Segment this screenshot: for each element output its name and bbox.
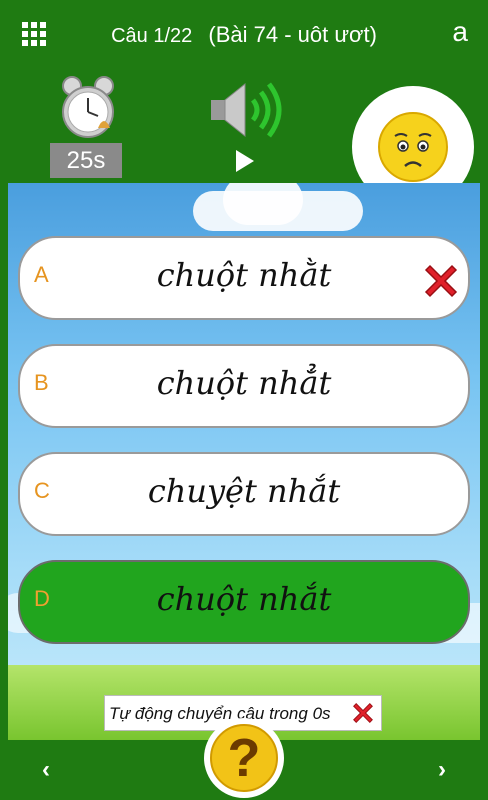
answer-option-a[interactable]: A chuột nhằt (18, 236, 470, 320)
help-button[interactable]: ? (204, 718, 284, 798)
answer-option-b[interactable]: B chuột nhẳt (18, 344, 470, 428)
page-title: Câu 1/22 (Bài 74 - uôt ươt) (0, 22, 488, 48)
answer-option-d[interactable]: D chuột nhắt (18, 560, 470, 644)
auto-next-text: Tự động chuyển câu trong 0s (109, 704, 331, 723)
question-mark-icon: ? (210, 724, 278, 792)
question-counter: Câu 1/22 (111, 25, 193, 47)
timer-display: 25s (50, 143, 122, 178)
font-toggle-button[interactable]: a (452, 16, 468, 48)
lesson-title: (Bài 74 - uôt ươt) (208, 22, 377, 47)
prev-arrow-icon[interactable]: ‹ (42, 756, 50, 784)
answer-text: chuyệt nhắt (147, 472, 341, 510)
alarm-clock-icon (62, 76, 114, 138)
answer-text: chuột nhẳt (156, 364, 332, 402)
next-arrow-icon[interactable]: › (438, 756, 446, 784)
wrong-x-icon (424, 264, 458, 298)
sad-face-icon (378, 112, 448, 182)
answer-text: chuột nhằt (156, 256, 332, 294)
answer-text: chuột nhắt (156, 580, 332, 618)
answer-option-c[interactable]: C chuyệt nhắt (18, 452, 470, 536)
speaker-icon[interactable] (205, 78, 285, 142)
top-bar: Câu 1/22 (Bài 74 - uôt ươt) a (0, 0, 488, 70)
play-icon[interactable] (236, 150, 254, 172)
cancel-auto-next-icon[interactable] (350, 700, 376, 726)
